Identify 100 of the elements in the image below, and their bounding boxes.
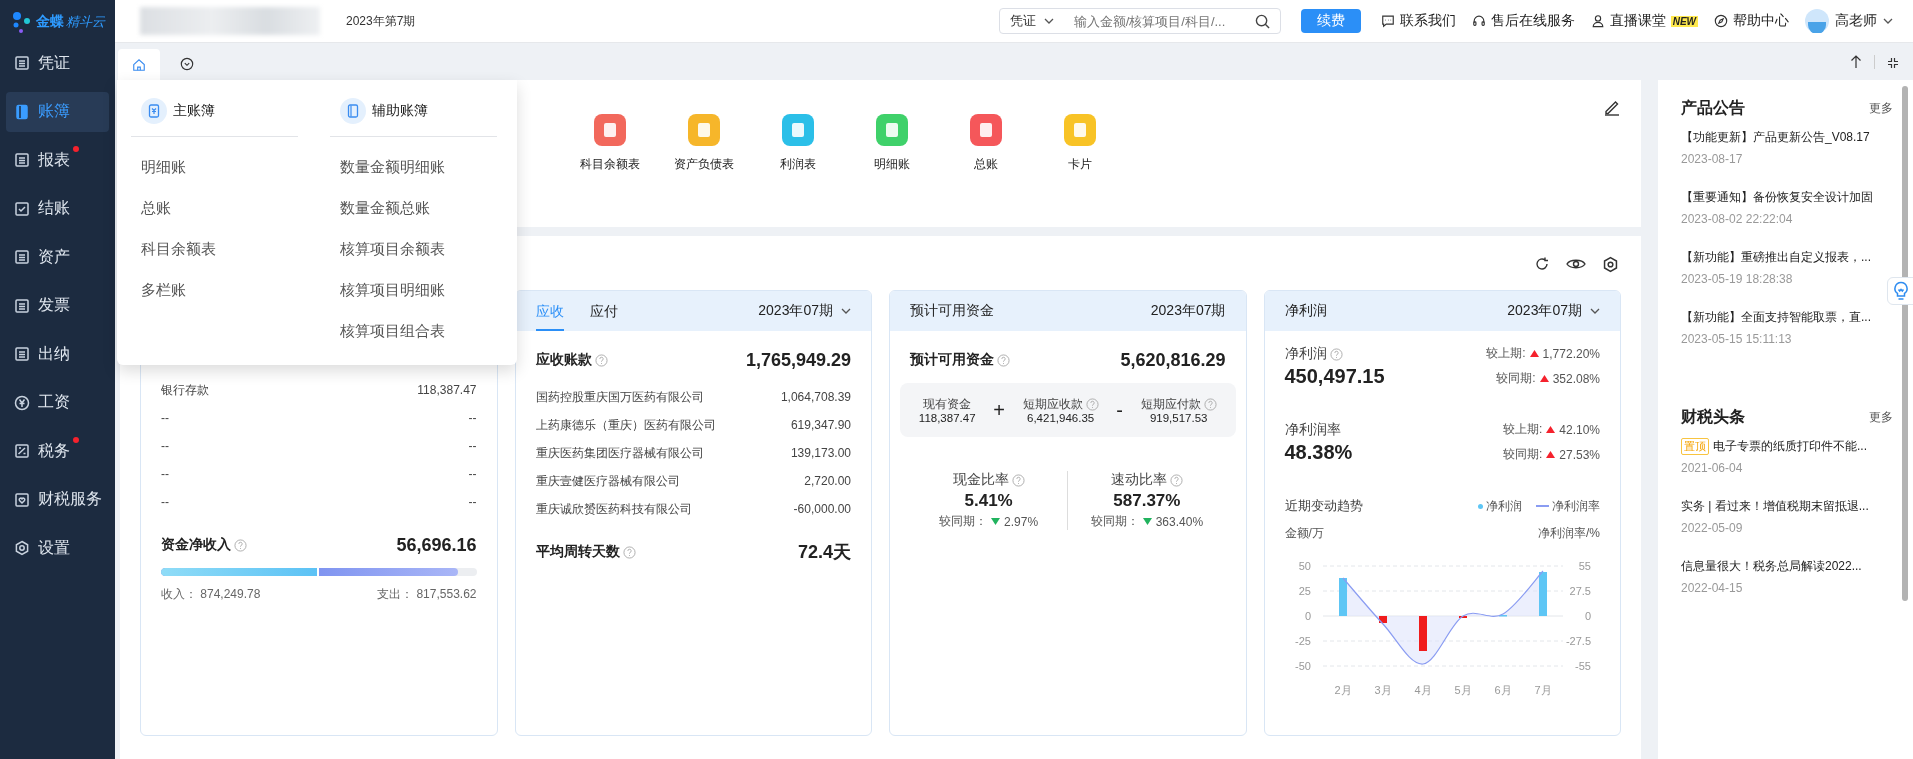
refresh-icon[interactable] [1534,256,1550,272]
news-link[interactable]: 信息量很大！税务总局解读2022... [1681,558,1862,575]
menu-item[interactable]: 明细账 [131,147,298,188]
section-title: 产品公告 [1681,98,1745,118]
period-select[interactable]: 2023年07期 [758,302,833,320]
ratio-label: 现金比率 [952,471,1009,489]
help-icon[interactable] [1169,473,1183,487]
more-link[interactable]: 更多 [1869,100,1893,117]
user-name[interactable]: 高老师 [1835,12,1877,30]
compare-label: 较同期： [1090,513,1139,530]
help-icon[interactable] [997,353,1010,367]
sidebar-item[interactable]: 凭证 [6,43,109,83]
search-field[interactable]: 凭证 输入金额/核算项目/科目/... [998,8,1281,34]
help-icon[interactable] [1011,473,1025,487]
axis-label: 25 [1298,585,1311,597]
menu-item[interactable]: 总账 [131,188,298,229]
customer-amount: 619,347.90 [790,418,851,432]
avatar-icon [1805,9,1829,33]
customer-name: 重庆诚欣赟医药科技有限公司 [535,500,692,518]
menu-item[interactable]: 核算项目余额表 [330,229,497,270]
chart-bar [1378,616,1387,623]
news-date: 2022-04-15 [1681,581,1744,595]
axis-label: 55 [1578,560,1591,572]
menu-item[interactable]: 核算项目组合表 [330,311,497,352]
chat-icon [1380,14,1395,28]
sidebar-item[interactable]: 工资 [6,382,109,423]
axis-label: 4月 [1413,684,1432,696]
header-link[interactable]: 联系我们 [1380,12,1456,30]
legend-item: 净利润 [1478,497,1522,515]
sidebar-item[interactable]: 设置 [6,528,109,568]
help-icon[interactable] [234,538,247,552]
assistant-button[interactable] [1887,277,1913,305]
news-date: 2023-05-15 15:11:13 [1681,332,1793,346]
home-tab[interactable] [118,49,160,80]
help-icon[interactable] [594,353,608,367]
income-text: 收入： 874,249.78 [161,585,261,603]
sidebar-item[interactable]: 资产 [6,237,109,277]
menu-item[interactable]: 科目余额表 [131,229,298,270]
book-icon [340,98,366,124]
sidebar-item[interactable]: 税务 [6,431,109,471]
news-link[interactable]: 【新功能】全面支持智能取票，直... [1681,309,1893,326]
news-link[interactable]: 实务 | 看过来！增值税期末留抵退... [1681,498,1869,515]
header-link[interactable]: 售后在线服务 [1471,12,1575,30]
sidebar-item[interactable]: 结账 [6,188,109,229]
book-icon [14,103,30,120]
edit-icon[interactable] [1603,98,1621,116]
account-amount: -- [468,439,477,453]
chart-bar [1418,616,1427,651]
sidebar-item[interactable]: 财税服务 [6,479,109,520]
axis-label: 3月 [1373,684,1392,696]
collapse-icon[interactable] [1887,57,1899,69]
account-name: 银行存款 [161,381,209,399]
card-title: 净利润 [1284,302,1327,320]
sidebar-item[interactable]: 出纳 [6,334,109,374]
period-select[interactable]: 2023年07期 [1507,302,1582,320]
menu-item[interactable]: 数量金额明细账 [330,147,497,188]
sidebar-item[interactable]: 发票 [6,285,109,326]
help-icon[interactable] [1203,397,1217,411]
quick-entry[interactable]: 明细账 [845,114,939,173]
card-title: 预计可用资金 [910,302,994,320]
help-icon[interactable] [1085,397,1099,411]
sidebar-item[interactable]: 报表 [6,140,109,180]
trend-title: 近期变动趋势 [1284,497,1363,515]
header-link[interactable]: 帮助中心 [1714,12,1789,30]
expense-text: 支出： 817,553.62 [377,585,477,603]
ratio-label: 速动比率 [1110,471,1167,489]
customer-amount: 1,064,708.39 [780,390,851,404]
news-link[interactable]: 【新功能】重磅推出自定义报表，... [1681,249,1893,266]
quick-entry[interactable]: 卡片 [1033,114,1127,173]
scrollbar[interactable] [1902,86,1908,601]
chevron-circle-icon[interactable] [180,57,194,71]
quick-entry[interactable]: 资产负债表 [657,114,751,173]
formula-value: 6,421,946.35 [1027,411,1095,424]
menu-item[interactable]: 多栏账 [131,270,298,311]
quick-entry[interactable]: 总账 [939,114,1033,173]
card-tab[interactable]: 应付 [589,291,618,331]
news-link[interactable]: 【功能更新】产品更新公告_V08.17 [1681,129,1893,146]
quick-entry[interactable]: 利润表 [751,114,845,173]
settings-icon[interactable] [1602,255,1619,273]
arrow-up-icon[interactable] [1850,55,1862,69]
sidebar-item[interactable]: 账簿 [6,91,109,132]
account-amount: -- [468,467,477,481]
available-funds-value: 5,620,816.29 [1120,349,1226,371]
customer-name: 国药控股重庆国万医药有限公司 [535,388,704,406]
new-badge: NEW [1670,15,1698,27]
menu-item[interactable]: 数量金额总账 [330,188,497,229]
menu-item[interactable]: 核算项目明细账 [330,270,497,311]
news-link[interactable]: 【重要通知】备份恢复安全设计加固 [1681,189,1893,206]
quick-entry[interactable]: 科目余额表 [563,114,657,173]
help-icon[interactable] [1329,347,1343,361]
news-link[interactable]: 电子专票的纸质打印件不能... [1713,438,1867,455]
menu-group-title: 辅助账簿 [372,102,428,120]
axis-label: 0 [1584,610,1591,622]
more-link[interactable]: 更多 [1869,409,1893,426]
help-icon[interactable] [622,545,636,559]
document-icon [14,297,30,314]
news-date: 2023-08-02 22:22:04 [1681,212,1794,226]
header-link[interactable]: 直播课堂 NEW [1590,12,1698,30]
compare-label: 较同期: [1502,446,1543,463]
accounting-period: 2023年第7期 [346,12,416,30]
